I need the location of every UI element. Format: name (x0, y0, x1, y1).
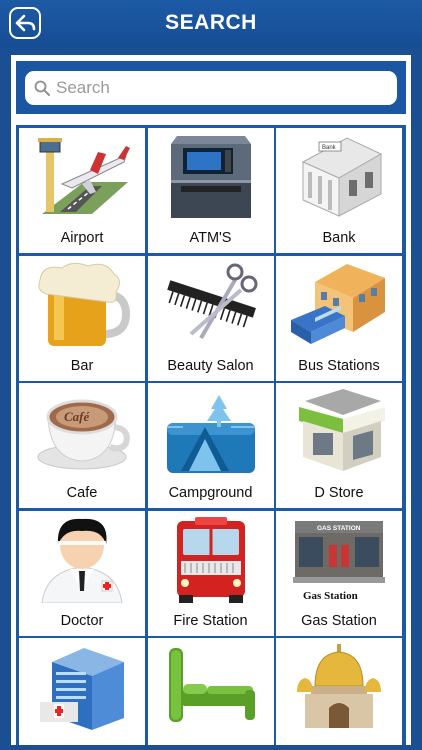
airport-icon (38, 138, 130, 214)
category-label: Fire Station (173, 612, 248, 629)
category-label: Airport (60, 230, 104, 246)
category-label: Beauty Salon (167, 357, 254, 374)
category-label: ATM'S (189, 230, 232, 246)
hospital-icon (40, 648, 124, 730)
category-airport[interactable]: Airport (19, 128, 145, 253)
store-icon (299, 389, 385, 471)
fire-truck-icon (176, 516, 245, 603)
category-label: D Store (314, 485, 364, 501)
category-grid-frame: Airport ATM'S Bank Bank Bar Beauty Salon… (16, 125, 406, 745)
gas-caption-text: Gas Station (303, 590, 358, 602)
category-bank[interactable]: Bank Bank (276, 128, 402, 253)
page-title: SEARCH (165, 11, 257, 34)
bank-sign-text: Bank (322, 145, 337, 151)
category-hospital[interactable] (19, 638, 145, 745)
doctor-icon (41, 518, 123, 603)
bank-icon: Bank (301, 137, 383, 217)
header-bar: SEARCH (0, 0, 422, 48)
category-hotel[interactable] (147, 638, 274, 745)
search-placeholder: Search (56, 78, 110, 97)
category-label: Gas Station (301, 612, 377, 629)
category-label: Doctor (60, 612, 104, 629)
category-label: Cafe (66, 485, 98, 501)
search-icon (34, 80, 50, 96)
category-cafe[interactable]: Café Cafe (19, 383, 145, 508)
atm-icon (170, 136, 251, 218)
category-label: Campground (168, 485, 253, 501)
gas-station-icon: GAS STATION Gas Station (293, 520, 385, 602)
gas-sign-text: GAS STATION (317, 525, 361, 532)
category-fire-station[interactable]: Fire Station (147, 510, 274, 636)
comb-scissors-icon (166, 263, 257, 339)
bus-station-icon (291, 263, 385, 344)
category-campground[interactable]: Campground (147, 383, 274, 508)
category-label: Bus Stations (298, 357, 380, 374)
category-d-store[interactable]: D Store (276, 383, 402, 508)
category-bar[interactable]: Bar (19, 255, 145, 381)
category-beauty-salon[interactable]: Beauty Salon (147, 255, 274, 381)
content-panel: Search Airport ATM'S Bank Bank Bar Beaut… (11, 55, 411, 745)
category-bus-stations[interactable]: Bus Stations (276, 255, 402, 381)
category-doctor[interactable]: Doctor (19, 510, 145, 636)
coffee-cup-icon: Café (37, 399, 130, 470)
search-input[interactable]: Search (25, 71, 397, 105)
search-bar: Search (16, 61, 406, 114)
beer-mug-icon (38, 262, 131, 346)
category-label: Bank (322, 230, 356, 246)
category-atms[interactable]: ATM'S (147, 128, 274, 253)
category-grid: Airport ATM'S Bank Bank Bar Beauty Salon… (19, 128, 402, 745)
category-label: Bar (70, 357, 94, 374)
cafe-art-text: Café (64, 409, 91, 424)
category-gas-station[interactable]: GAS STATION Gas Station Gas Station (276, 510, 402, 636)
mosque-icon (297, 644, 381, 728)
campground-icon (166, 395, 255, 473)
bed-icon (168, 648, 255, 722)
category-mosque[interactable] (276, 638, 402, 745)
